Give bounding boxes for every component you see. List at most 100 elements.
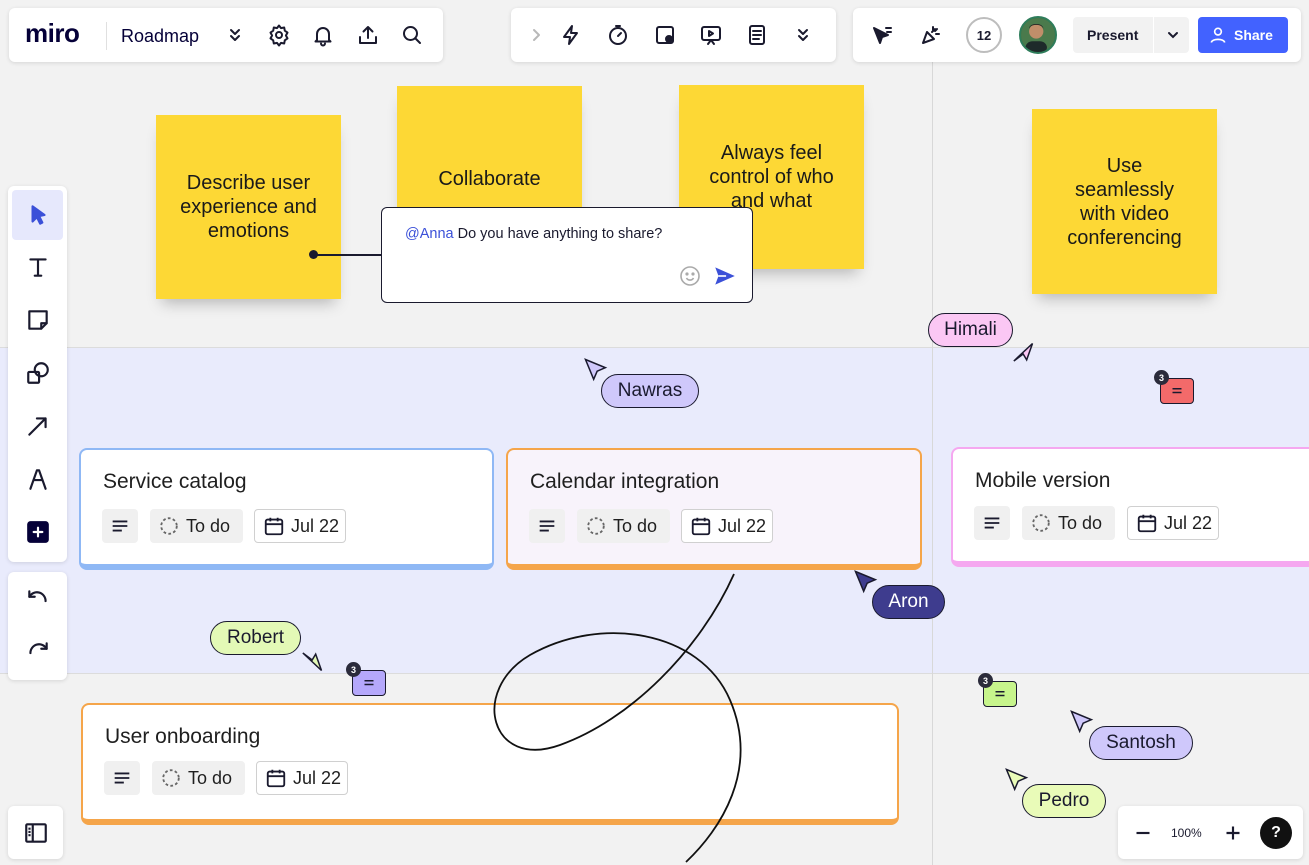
card-status-chip[interactable]: To do	[1022, 506, 1115, 540]
card-date: Jul 22	[1164, 512, 1213, 533]
task-card[interactable]: Mobile version To do Jul 22	[951, 447, 1309, 567]
card-date-chip[interactable]: Jul 22	[256, 761, 348, 795]
redo-button[interactable]	[12, 628, 64, 676]
cursor-label-himali: Himali	[928, 313, 1013, 347]
divider	[1153, 17, 1154, 53]
card-status-chip[interactable]: To do	[150, 509, 243, 543]
help-button[interactable]: ?	[1260, 817, 1292, 849]
sticky-text: Always feel control of who and what	[709, 142, 834, 212]
minus-icon	[1136, 831, 1150, 835]
celebrate-icon[interactable]	[916, 20, 946, 50]
avatar[interactable]	[1019, 16, 1057, 54]
presentation-icon[interactable]	[696, 20, 726, 50]
redo-icon	[29, 642, 48, 655]
settings-gear-icon[interactable]	[264, 20, 294, 50]
present-button[interactable]: Present	[1073, 17, 1189, 53]
card-title: Mobile version	[975, 469, 1111, 492]
cursor-arrow-icon	[1013, 342, 1034, 362]
sticky-note[interactable]: Use seamlessly with video conferencing	[1032, 109, 1217, 294]
chevron-down-icon[interactable]	[1161, 23, 1185, 47]
text-icon	[29, 258, 47, 277]
lightning-icon[interactable]	[556, 20, 586, 50]
comment-popup[interactable]: @Anna Do you have anything to share?	[381, 207, 753, 303]
sticky-note-icon	[28, 310, 48, 330]
card-date: Jul 22	[291, 515, 340, 536]
task-card[interactable]: Calendar integration To do Jul 22	[506, 448, 922, 570]
top-left-toolbar: miro Roadmap	[9, 8, 443, 62]
export-upload-icon[interactable]	[353, 20, 383, 50]
zoom-in-button[interactable]	[1220, 820, 1246, 846]
card-date: Jul 22	[718, 515, 767, 536]
lines-icon	[984, 517, 1000, 529]
select-cursor-icon	[31, 205, 46, 225]
cursor-label-pedro: Pedro	[1022, 784, 1106, 818]
voting-icon[interactable]	[650, 20, 680, 50]
cursor-label-robert: Robert	[210, 621, 301, 655]
board-title[interactable]: Roadmap	[121, 26, 199, 47]
share-button[interactable]: Share	[1198, 17, 1288, 53]
avatar-person-icon	[1021, 18, 1055, 52]
tool-sticky-note[interactable]	[12, 296, 64, 344]
comment-body: Do you have anything to share?	[453, 226, 663, 242]
top-center-toolbar	[511, 8, 836, 62]
card-title: User onboarding	[105, 725, 261, 748]
status-circle-icon	[162, 769, 180, 787]
share-label: Share	[1234, 27, 1273, 43]
cursor-label-nawras: Nawras	[601, 374, 699, 408]
tool-text[interactable]	[12, 243, 64, 291]
panel-toggle-button[interactable]	[8, 806, 63, 859]
undo-button[interactable]	[12, 576, 64, 624]
zoom-level[interactable]: 100%	[1171, 826, 1202, 840]
miro-logo[interactable]: miro	[25, 18, 80, 49]
tool-select[interactable]	[12, 190, 63, 240]
card-description-button[interactable]	[102, 509, 138, 543]
sticky-note[interactable]: Describe user experience and emotions	[156, 115, 341, 299]
task-card[interactable]: User onboarding To do Jul 22	[81, 703, 899, 825]
task-card[interactable]: Service catalog To do Jul 22	[79, 448, 494, 570]
zoom-controls: 100% ?	[1118, 806, 1303, 859]
plus-icon	[1226, 826, 1240, 840]
emoji-picker-icon[interactable]	[678, 264, 702, 288]
plus-square-icon	[27, 521, 49, 543]
sidebar-panel-icon	[25, 823, 47, 843]
zoom-out-button[interactable]	[1130, 820, 1156, 846]
card-status-chip[interactable]: To do	[577, 509, 670, 543]
card-description-button[interactable]	[974, 506, 1010, 540]
search-icon[interactable]	[397, 20, 427, 50]
tool-pen[interactable]	[12, 455, 64, 503]
status-circle-icon	[160, 517, 178, 535]
board-menu-chevron-icon[interactable]	[220, 20, 250, 50]
card-title: Service catalog	[103, 470, 247, 493]
card-status: To do	[1058, 512, 1103, 533]
card-description-button[interactable]	[104, 761, 140, 795]
send-icon[interactable]	[712, 263, 738, 289]
cursor-label-aron: Aron	[872, 585, 945, 619]
more-chevron-icon[interactable]	[788, 20, 818, 50]
card-status: To do	[188, 767, 233, 788]
collaborator-count: 12	[976, 27, 992, 43]
sticky-text: Collaborate	[438, 168, 541, 190]
card-date-chip[interactable]: Jul 22	[681, 509, 773, 543]
notes-icon[interactable]	[742, 20, 772, 50]
comment-mention[interactable]: @Anna	[405, 226, 454, 242]
collaborator-count-badge[interactable]: 12	[966, 17, 1002, 53]
card-date-chip[interactable]: Jul 22	[1127, 506, 1219, 540]
divider	[106, 22, 107, 50]
card-date-chip[interactable]: Jul 22	[254, 509, 346, 543]
chevron-right-icon[interactable]	[521, 20, 551, 50]
status-circle-icon	[1032, 514, 1050, 532]
comment-connector-line	[316, 254, 382, 256]
tool-more[interactable]	[12, 508, 64, 556]
card-description-button[interactable]	[529, 509, 565, 543]
tool-shapes[interactable]	[12, 349, 64, 397]
tool-connector[interactable]	[12, 402, 64, 450]
timer-icon[interactable]	[603, 20, 633, 50]
undo-redo-panel	[8, 572, 67, 680]
help-icon: ?	[1271, 824, 1281, 841]
cursor-label-santosh: Santosh	[1089, 726, 1193, 760]
sticky-text: Describe user experience and emotions	[180, 172, 317, 242]
notifications-bell-icon[interactable]	[308, 20, 338, 50]
card-status-chip[interactable]: To do	[152, 761, 245, 795]
lines-icon	[112, 520, 128, 532]
cursor-follow-icon[interactable]	[867, 20, 897, 50]
